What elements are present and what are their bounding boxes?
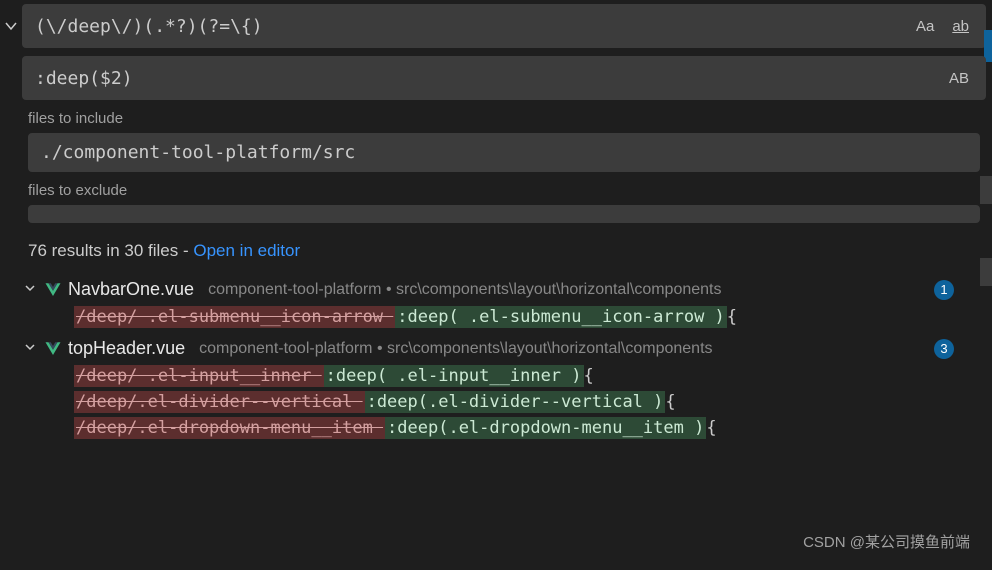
preserve-case-toggle[interactable]: AB [945, 68, 973, 89]
toggle-search-details[interactable] [0, 18, 22, 34]
file-group: topHeader.vue component-tool-platform • s… [22, 334, 992, 441]
added-text: :deep(.el-dropdown-menu__item ) [385, 417, 706, 439]
files-include-input[interactable]: ./component-tool-platform/src [28, 133, 980, 172]
file-header[interactable]: NavbarOne.vue component-tool-platform • s… [22, 275, 992, 304]
match-line[interactable]: /deep/ .el-submenu__icon-arrow :deep( .e… [74, 304, 992, 330]
file-path: component-tool-platform • src\components… [208, 281, 928, 299]
removed-text: /deep/ .el-submenu__icon-arrow [74, 306, 395, 328]
gear-icon[interactable] [980, 258, 992, 286]
vue-file-icon [44, 340, 62, 358]
files-include-label: files to include [28, 110, 992, 127]
tail-text: { [584, 366, 594, 386]
tail-text: { [665, 392, 675, 412]
results-count-text: 76 results in 30 files - [28, 241, 193, 260]
search-panel: (\/deep\/)(.*?)(?=\{) Aa ab :deep($2) AB… [0, 0, 992, 441]
vue-file-icon [44, 281, 62, 299]
match-line[interactable]: /deep/ .el-input__inner :deep( .el-input… [74, 363, 992, 389]
open-in-editor-link[interactable]: Open in editor [193, 241, 300, 260]
tail-text: { [727, 307, 737, 327]
added-text: :deep( .el-submenu__icon-arrow ) [395, 306, 727, 328]
whole-word-toggle[interactable]: ab [948, 16, 973, 37]
removed-text: /deep/.el-divider--vertical [74, 391, 365, 413]
case-sensitive-toggle[interactable]: Aa [912, 16, 938, 37]
files-include-value: ./component-tool-platform/src [41, 142, 967, 163]
added-text: :deep(.el-divider--vertical ) [365, 391, 666, 413]
file-group: NavbarOne.vue component-tool-platform • s… [22, 275, 992, 330]
match-line[interactable]: /deep/.el-divider--vertical :deep(.el-di… [74, 389, 992, 415]
results-list: NavbarOne.vue component-tool-platform • s… [0, 275, 992, 441]
file-name: topHeader.vue [68, 338, 185, 359]
chevron-down-icon [22, 339, 38, 358]
chevron-down-icon [22, 280, 38, 299]
search-input[interactable]: (\/deep\/)(.*?)(?=\{) Aa ab [22, 4, 986, 48]
watermark: CSDN @某公司摸鱼前端 [803, 531, 970, 552]
replace-input[interactable]: :deep($2) AB [22, 56, 986, 100]
file-name: NavbarOne.vue [68, 279, 194, 300]
added-text: :deep( .el-input__inner ) [324, 365, 584, 387]
tail-text: { [706, 418, 716, 438]
match-line[interactable]: /deep/.el-dropdown-menu__item :deep(.el-… [74, 415, 992, 441]
search-pattern-text: (\/deep\/)(.*?)(?=\{) [35, 16, 912, 37]
book-icon[interactable] [980, 176, 992, 204]
replace-text: :deep($2) [35, 68, 945, 89]
removed-text: /deep/.el-dropdown-menu__item [74, 417, 385, 439]
file-header[interactable]: topHeader.vue component-tool-platform • s… [22, 334, 992, 363]
files-exclude-input[interactable] [28, 205, 980, 223]
files-exclude-label: files to exclude [28, 182, 992, 199]
removed-text: /deep/ .el-input__inner [74, 365, 324, 387]
results-summary: 76 results in 30 files - Open in editor [28, 241, 992, 261]
match-count-badge: 3 [934, 339, 954, 359]
match-count-badge: 1 [934, 280, 954, 300]
file-path: component-tool-platform • src\components… [199, 340, 928, 358]
